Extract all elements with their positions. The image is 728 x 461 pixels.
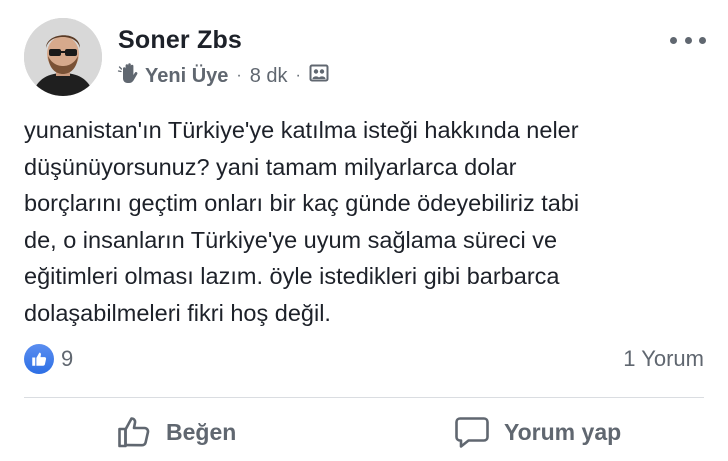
post-body: yunanistan'ın Türkiye'ye katılma isteği … [24, 112, 714, 331]
post-action-bar: Beğen Yorum yap [0, 404, 728, 461]
more-options-icon[interactable] [670, 30, 706, 50]
meta-separator: · [236, 67, 242, 84]
waving-hand-icon [117, 61, 141, 91]
post-timestamp[interactable]: 8 dk [250, 65, 288, 88]
post-text-line: borçlarını geçtim onları bir kaç günde ö… [24, 190, 580, 216]
group-audience-icon [309, 63, 329, 89]
like-count: 9 [61, 346, 74, 371]
post-text-line: de, o insanların Türkiye'ye uyum sağlama… [24, 226, 558, 253]
post-text-line: eğitimleri olması lazım. öyle istedikler… [24, 263, 560, 289]
post-meta: Yeni Üye · 8 dk · [117, 62, 329, 90]
comment-count-link[interactable]: 1 Yorum [623, 346, 704, 372]
meta-separator: · [295, 67, 301, 84]
author-avatar[interactable] [24, 18, 102, 96]
comment-bubble-icon [455, 417, 489, 448]
thumbs-up-outline-icon [118, 417, 150, 448]
more-dot [699, 36, 706, 44]
new-member-badge[interactable]: Yeni Üye [145, 65, 228, 88]
divider [24, 397, 704, 398]
group-post: Soner Zbs Yeni Üye · 8 dk · yunanistan'ı… [0, 0, 728, 461]
avatar-photo [24, 18, 102, 96]
post-text-line: yunanistan'ın Türkiye'ye katılma isteği … [24, 117, 579, 143]
comment-button-label: Yorum yap [504, 418, 622, 445]
like-button[interactable]: Beğen [116, 414, 236, 450]
like-reaction-icon [24, 344, 54, 374]
post-text-line: dolaşabilmeleri fikri hoş değil. [24, 299, 331, 326]
author-name[interactable]: Soner Zbs [118, 26, 242, 55]
comment-button[interactable]: Yorum yap [454, 414, 621, 450]
reactions-summary[interactable]: 9 [24, 344, 73, 374]
post-text-line: düşünüyorsunuz? yani tamam milyarlarca d… [24, 153, 517, 180]
like-button-label: Beğen [166, 418, 237, 445]
more-dot [684, 36, 692, 44]
more-dot [670, 36, 677, 44]
